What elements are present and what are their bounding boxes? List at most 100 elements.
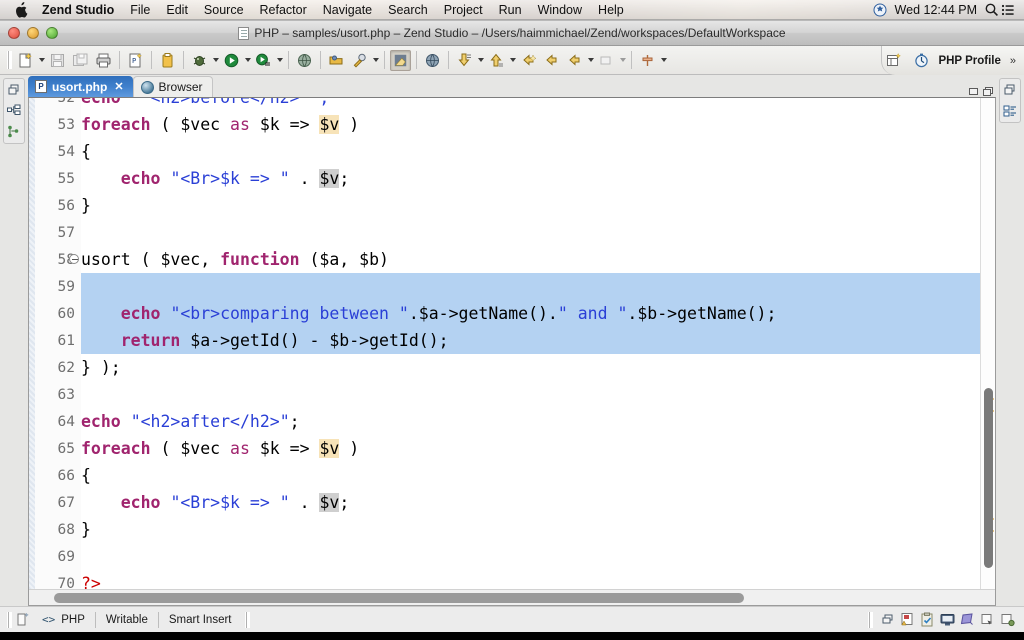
- server-icon[interactable]: [999, 612, 1016, 628]
- line-number-gutter[interactable]: 52 53 54 55 56 57 58 59 60 61 62 63 64 65 66 67 68 69 70: [29, 98, 81, 589]
- line-number-row[interactable]: 65: [29, 435, 81, 462]
- status-drag-handle-2[interactable]: [244, 611, 250, 628]
- menu-item-help[interactable]: Help: [590, 0, 632, 20]
- new-wizard-dropdown-arrow[interactable]: [37, 50, 46, 71]
- code-line[interactable]: }: [81, 192, 980, 219]
- menu-item-navigate[interactable]: Navigate: [315, 0, 380, 20]
- save-icon[interactable]: [47, 50, 68, 71]
- minimize-editor-icon[interactable]: [969, 87, 978, 95]
- code-line[interactable]: {: [81, 462, 980, 489]
- perspective-overflow-button[interactable]: »: [1006, 55, 1018, 67]
- toggle-mark-occurrences-icon[interactable]: [390, 49, 411, 71]
- code-line[interactable]: usort ( $vec, function ($a, $b): [81, 246, 980, 273]
- horizontal-scrollbar[interactable]: [29, 589, 995, 605]
- vertical-scrollbar[interactable]: [980, 98, 995, 589]
- code-line[interactable]: } );: [81, 354, 980, 381]
- code-line[interactable]: {: [81, 273, 980, 300]
- outline-view-icon[interactable]: [6, 103, 22, 119]
- notification-center-icon[interactable]: [1000, 2, 1016, 18]
- print-icon[interactable]: [93, 50, 114, 71]
- menu-item-edit[interactable]: Edit: [158, 0, 196, 20]
- line-number-row[interactable]: 70: [29, 570, 81, 590]
- line-number-row[interactable]: 62: [29, 354, 81, 381]
- line-number-row[interactable]: 67: [29, 489, 81, 516]
- line-number-row[interactable]: 69: [29, 543, 81, 570]
- code-line[interactable]: echo "<Br>$k => " . $v;: [81, 489, 980, 516]
- apple-logo-icon[interactable]: [14, 1, 28, 18]
- open-type-icon[interactable]: [326, 50, 347, 71]
- restore-view-icon[interactable]: [1002, 82, 1018, 98]
- line-number-row[interactable]: 63: [29, 381, 81, 408]
- line-number-row[interactable]: 57: [29, 219, 81, 246]
- forward-dropdown-arrow[interactable]: [586, 50, 595, 71]
- line-number-row[interactable]: 56: [29, 192, 81, 219]
- debug-output-icon[interactable]: [959, 612, 976, 628]
- code-text-area[interactable]: echo "<h2>before</h2>" ;foreach ( $vec a…: [81, 98, 980, 589]
- debug-dropdown-arrow[interactable]: [211, 50, 220, 71]
- line-number-row[interactable]: 61: [29, 327, 81, 354]
- deploy-icon[interactable]: [979, 612, 996, 628]
- fold-toggle-icon[interactable]: [69, 254, 80, 265]
- line-number-row[interactable]: 66: [29, 462, 81, 489]
- forward-icon[interactable]: [564, 50, 585, 71]
- tasks-icon[interactable]: [919, 612, 936, 628]
- perspective-label[interactable]: PHP Profile: [938, 55, 1000, 67]
- line-number-row[interactable]: 54: [29, 138, 81, 165]
- close-icon[interactable]: ✕: [114, 80, 123, 93]
- new-php-file-icon[interactable]: P: [125, 50, 146, 71]
- save-all-icon[interactable]: [70, 50, 91, 71]
- previous-annotation-dropdown-arrow[interactable]: [508, 50, 517, 71]
- open-web-browser-icon[interactable]: [422, 50, 443, 71]
- php-explorer-icon[interactable]: [6, 124, 22, 140]
- code-line[interactable]: echo "<h2>after</h2>";: [81, 408, 980, 435]
- spotlight-search-icon[interactable]: [984, 2, 1000, 18]
- code-line[interactable]: [81, 219, 980, 246]
- maximize-editor-icon[interactable]: [983, 87, 993, 96]
- menu-app-name[interactable]: Zend Studio: [40, 0, 122, 20]
- last-edit-location-icon[interactable]: [518, 50, 539, 71]
- php-profile-icon[interactable]: [911, 50, 932, 71]
- pin-icon[interactable]: [637, 50, 658, 71]
- outline-view-icon[interactable]: [1002, 103, 1018, 119]
- tab-usort-php[interactable]: P usort.php ✕: [28, 76, 133, 97]
- menubar-clock[interactable]: Wed 12:44 PM: [888, 0, 984, 20]
- code-line[interactable]: [81, 543, 980, 570]
- code-line[interactable]: {: [81, 138, 980, 165]
- code-line[interactable]: echo "<br>comparing between ".$a->getNam…: [81, 300, 980, 327]
- code-line[interactable]: [81, 381, 980, 408]
- minimize-window-button[interactable]: [27, 27, 39, 39]
- unknown-icon[interactable]: [596, 50, 617, 71]
- pin-dropdown-arrow[interactable]: [659, 50, 668, 71]
- next-annotation-icon[interactable]: [454, 50, 475, 71]
- previous-annotation-icon[interactable]: [486, 50, 507, 71]
- menu-item-project[interactable]: Project: [436, 0, 491, 20]
- zoom-window-button[interactable]: [46, 27, 58, 39]
- open-perspective-icon[interactable]: [883, 50, 904, 71]
- run-icon[interactable]: [221, 50, 242, 71]
- run-history-icon[interactable]: [253, 50, 274, 71]
- run-dropdown-arrow[interactable]: [243, 50, 252, 71]
- close-window-button[interactable]: [8, 27, 20, 39]
- next-annotation-dropdown-arrow[interactable]: [476, 50, 485, 71]
- restore-icon[interactable]: [879, 612, 896, 628]
- search-icon[interactable]: [349, 50, 370, 71]
- menu-item-source[interactable]: Source: [196, 0, 252, 20]
- menu-item-window[interactable]: Window: [530, 0, 590, 20]
- problems-icon[interactable]: [899, 612, 916, 628]
- tab-browser[interactable]: Browser: [132, 76, 213, 97]
- input-menu-flag-icon[interactable]: [872, 2, 888, 18]
- status-drag-handle-3[interactable]: [868, 611, 873, 628]
- toolbar-drag-handle[interactable]: [7, 51, 12, 69]
- restore-view-icon[interactable]: [6, 82, 22, 98]
- line-number-row[interactable]: 59: [29, 273, 81, 300]
- code-line[interactable]: }: [81, 516, 980, 543]
- code-line[interactable]: foreach ( $vec as $k => $v ): [81, 435, 980, 462]
- line-number-row[interactable]: 53: [29, 111, 81, 138]
- status-drag-handle[interactable]: [7, 611, 12, 628]
- run-history-dropdown-arrow[interactable]: [275, 50, 284, 71]
- web-browser-icon[interactable]: [294, 50, 315, 71]
- export-icon[interactable]: [157, 50, 178, 71]
- vertical-scroll-thumb[interactable]: [984, 388, 993, 568]
- line-number-row[interactable]: 52: [29, 98, 81, 111]
- menu-item-refactor[interactable]: Refactor: [252, 0, 315, 20]
